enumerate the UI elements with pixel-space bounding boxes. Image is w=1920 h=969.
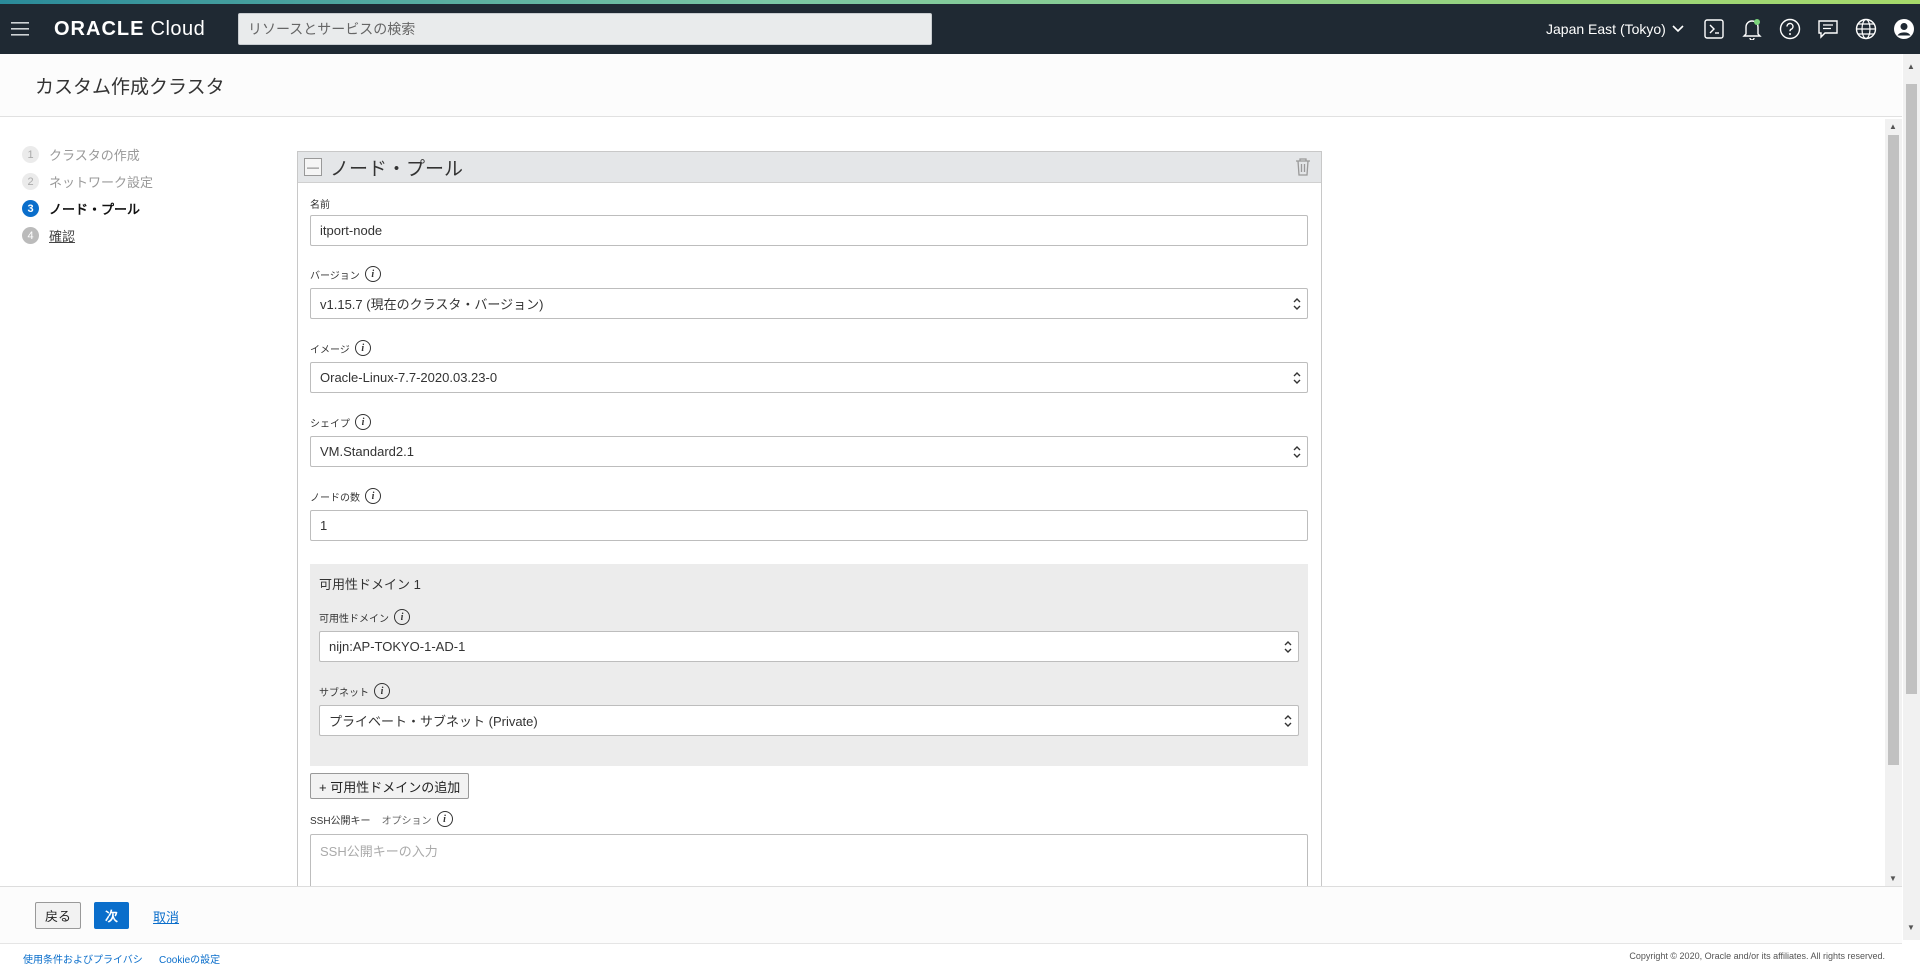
availability-domain-title: 可用性ドメイン 1 bbox=[319, 577, 421, 592]
content-scrollbar[interactable]: ▲ ▼ bbox=[1885, 119, 1902, 886]
chevron-down-icon bbox=[1672, 25, 1684, 33]
oracle-cloud-logo[interactable]: ORACLE Cloud bbox=[54, 18, 205, 41]
back-button[interactable]: 戻る bbox=[35, 902, 82, 929]
hamburger-menu-icon[interactable] bbox=[0, 4, 40, 54]
region-selector[interactable]: Japan East (Tokyo) bbox=[1546, 4, 1684, 54]
page-scrollbar[interactable]: ▲ ▼ bbox=[1903, 54, 1920, 940]
scroll-down-icon[interactable]: ▼ bbox=[1907, 923, 1915, 932]
step-number: 4 bbox=[22, 227, 39, 244]
panel-title: ノード・プール bbox=[330, 158, 464, 180]
info-icon[interactable]: i bbox=[394, 609, 410, 625]
name-label: 名前 bbox=[310, 200, 330, 211]
cancel-link[interactable]: 取消 bbox=[153, 907, 179, 926]
subnet-label: サブネット i bbox=[319, 683, 390, 699]
wizard-action-bar: 戻る 次 取消 bbox=[0, 886, 1902, 943]
select-arrows-icon bbox=[1293, 372, 1301, 384]
step-node-pool: 3 ノード・プール bbox=[22, 195, 153, 222]
info-icon[interactable]: i bbox=[374, 683, 390, 699]
availability-domain-label: 可用性ドメイン i bbox=[319, 609, 410, 625]
step-number: 1 bbox=[22, 146, 39, 163]
cookie-settings-link[interactable]: Cookieの設定 bbox=[159, 951, 220, 966]
image-label: イメージ i bbox=[310, 340, 371, 356]
shape-select[interactable]: VM.Standard2.1 bbox=[310, 436, 1308, 467]
select-arrows-icon bbox=[1293, 298, 1301, 310]
node-count-label: ノードの数 i bbox=[310, 488, 381, 504]
page-header: カスタム作成クラスタ bbox=[0, 54, 1902, 117]
step-review[interactable]: 4 確認 bbox=[22, 222, 153, 249]
step-label: クラスタの作成 bbox=[49, 148, 140, 163]
version-label: バージョン i bbox=[310, 266, 381, 282]
step-label[interactable]: 確認 bbox=[49, 226, 75, 245]
step-number: 2 bbox=[22, 173, 39, 190]
select-arrows-icon bbox=[1284, 641, 1292, 653]
cloud-shell-icon[interactable] bbox=[1700, 15, 1728, 43]
bell-icon[interactable] bbox=[1738, 15, 1766, 43]
name-input[interactable]: itport-node bbox=[310, 215, 1308, 246]
ssh-key-label: SSH公開キー オプション i bbox=[310, 811, 453, 827]
step-label: ノード・プール bbox=[49, 202, 141, 217]
help-icon[interactable] bbox=[1776, 15, 1804, 43]
shape-label: シェイプ i bbox=[310, 414, 371, 430]
availability-domain-section: 可用性ドメイン 1 可用性ドメイン i nijn:AP-TOKYO-1-AD-1 … bbox=[310, 564, 1308, 766]
info-icon[interactable]: i bbox=[364, 266, 381, 282]
scroll-up-icon[interactable]: ▲ bbox=[1889, 122, 1897, 131]
legal-footer: 使用条件およびプライバシ Cookieの設定 Copyright © 2020,… bbox=[0, 943, 1902, 969]
ssh-key-textarea[interactable]: SSH公開キーの入力 bbox=[310, 834, 1308, 891]
select-arrows-icon bbox=[1293, 446, 1301, 458]
info-icon[interactable]: i bbox=[355, 414, 371, 430]
select-arrows-icon bbox=[1284, 715, 1292, 727]
page-title: カスタム作成クラスタ bbox=[35, 77, 225, 98]
info-icon[interactable]: i bbox=[436, 811, 453, 827]
scrollbar-thumb[interactable] bbox=[1906, 84, 1917, 694]
image-select[interactable]: Oracle-Linux-7.7-2020.03.23-0 bbox=[310, 362, 1308, 393]
info-icon[interactable]: i bbox=[365, 488, 381, 504]
node-pool-panel: — ノード・プール 名前 itport-node バージョン i v1.15.7 … bbox=[297, 151, 1322, 891]
search-input[interactable]: リソースとサービスの検索 bbox=[238, 13, 932, 45]
step-number: 3 bbox=[22, 200, 39, 217]
step-network-settings: 2 ネットワーク設定 bbox=[22, 168, 153, 195]
step-create-cluster: 1 クラスタの作成 bbox=[22, 141, 153, 168]
trash-icon[interactable] bbox=[1295, 158, 1311, 179]
user-avatar-icon[interactable] bbox=[1890, 15, 1918, 43]
availability-domain-select[interactable]: nijn:AP-TOKYO-1-AD-1 bbox=[319, 631, 1299, 662]
scrollbar-thumb[interactable] bbox=[1888, 135, 1899, 765]
step-label: ネットワーク設定 bbox=[49, 175, 154, 190]
collapse-button[interactable]: — bbox=[304, 158, 322, 176]
scroll-up-icon[interactable]: ▲ bbox=[1907, 62, 1915, 71]
top-navigation-bar: ORACLE Cloud リソースとサービスの検索 Japan East (To… bbox=[0, 4, 1920, 54]
add-availability-domain-button[interactable]: + 可用性ドメインの追加 bbox=[310, 773, 470, 799]
globe-icon[interactable] bbox=[1852, 15, 1880, 43]
region-label: Japan East (Tokyo) bbox=[1546, 21, 1666, 37]
next-button[interactable]: 次 bbox=[94, 902, 130, 929]
terms-privacy-link[interactable]: 使用条件およびプライバシ bbox=[23, 951, 143, 966]
optional-label: オプション bbox=[381, 815, 432, 827]
info-icon[interactable]: i bbox=[354, 340, 371, 356]
node-count-input[interactable]: 1 bbox=[310, 510, 1308, 541]
subnet-select[interactable]: プライベート・サブネット (Private) bbox=[319, 705, 1299, 736]
wizard-steps: 1 クラスタの作成 2 ネットワーク設定 3 ノード・プール 4 確認 bbox=[22, 141, 153, 249]
version-select[interactable]: v1.15.7 (現在のクラスタ・バージョン) bbox=[310, 288, 1308, 319]
copyright-text: Copyright © 2020, Oracle and/or its affi… bbox=[1629, 951, 1885, 961]
chat-icon[interactable] bbox=[1814, 15, 1842, 43]
scroll-down-icon[interactable]: ▼ bbox=[1889, 874, 1897, 883]
node-pool-panel-header: — ノード・プール bbox=[298, 152, 1321, 183]
